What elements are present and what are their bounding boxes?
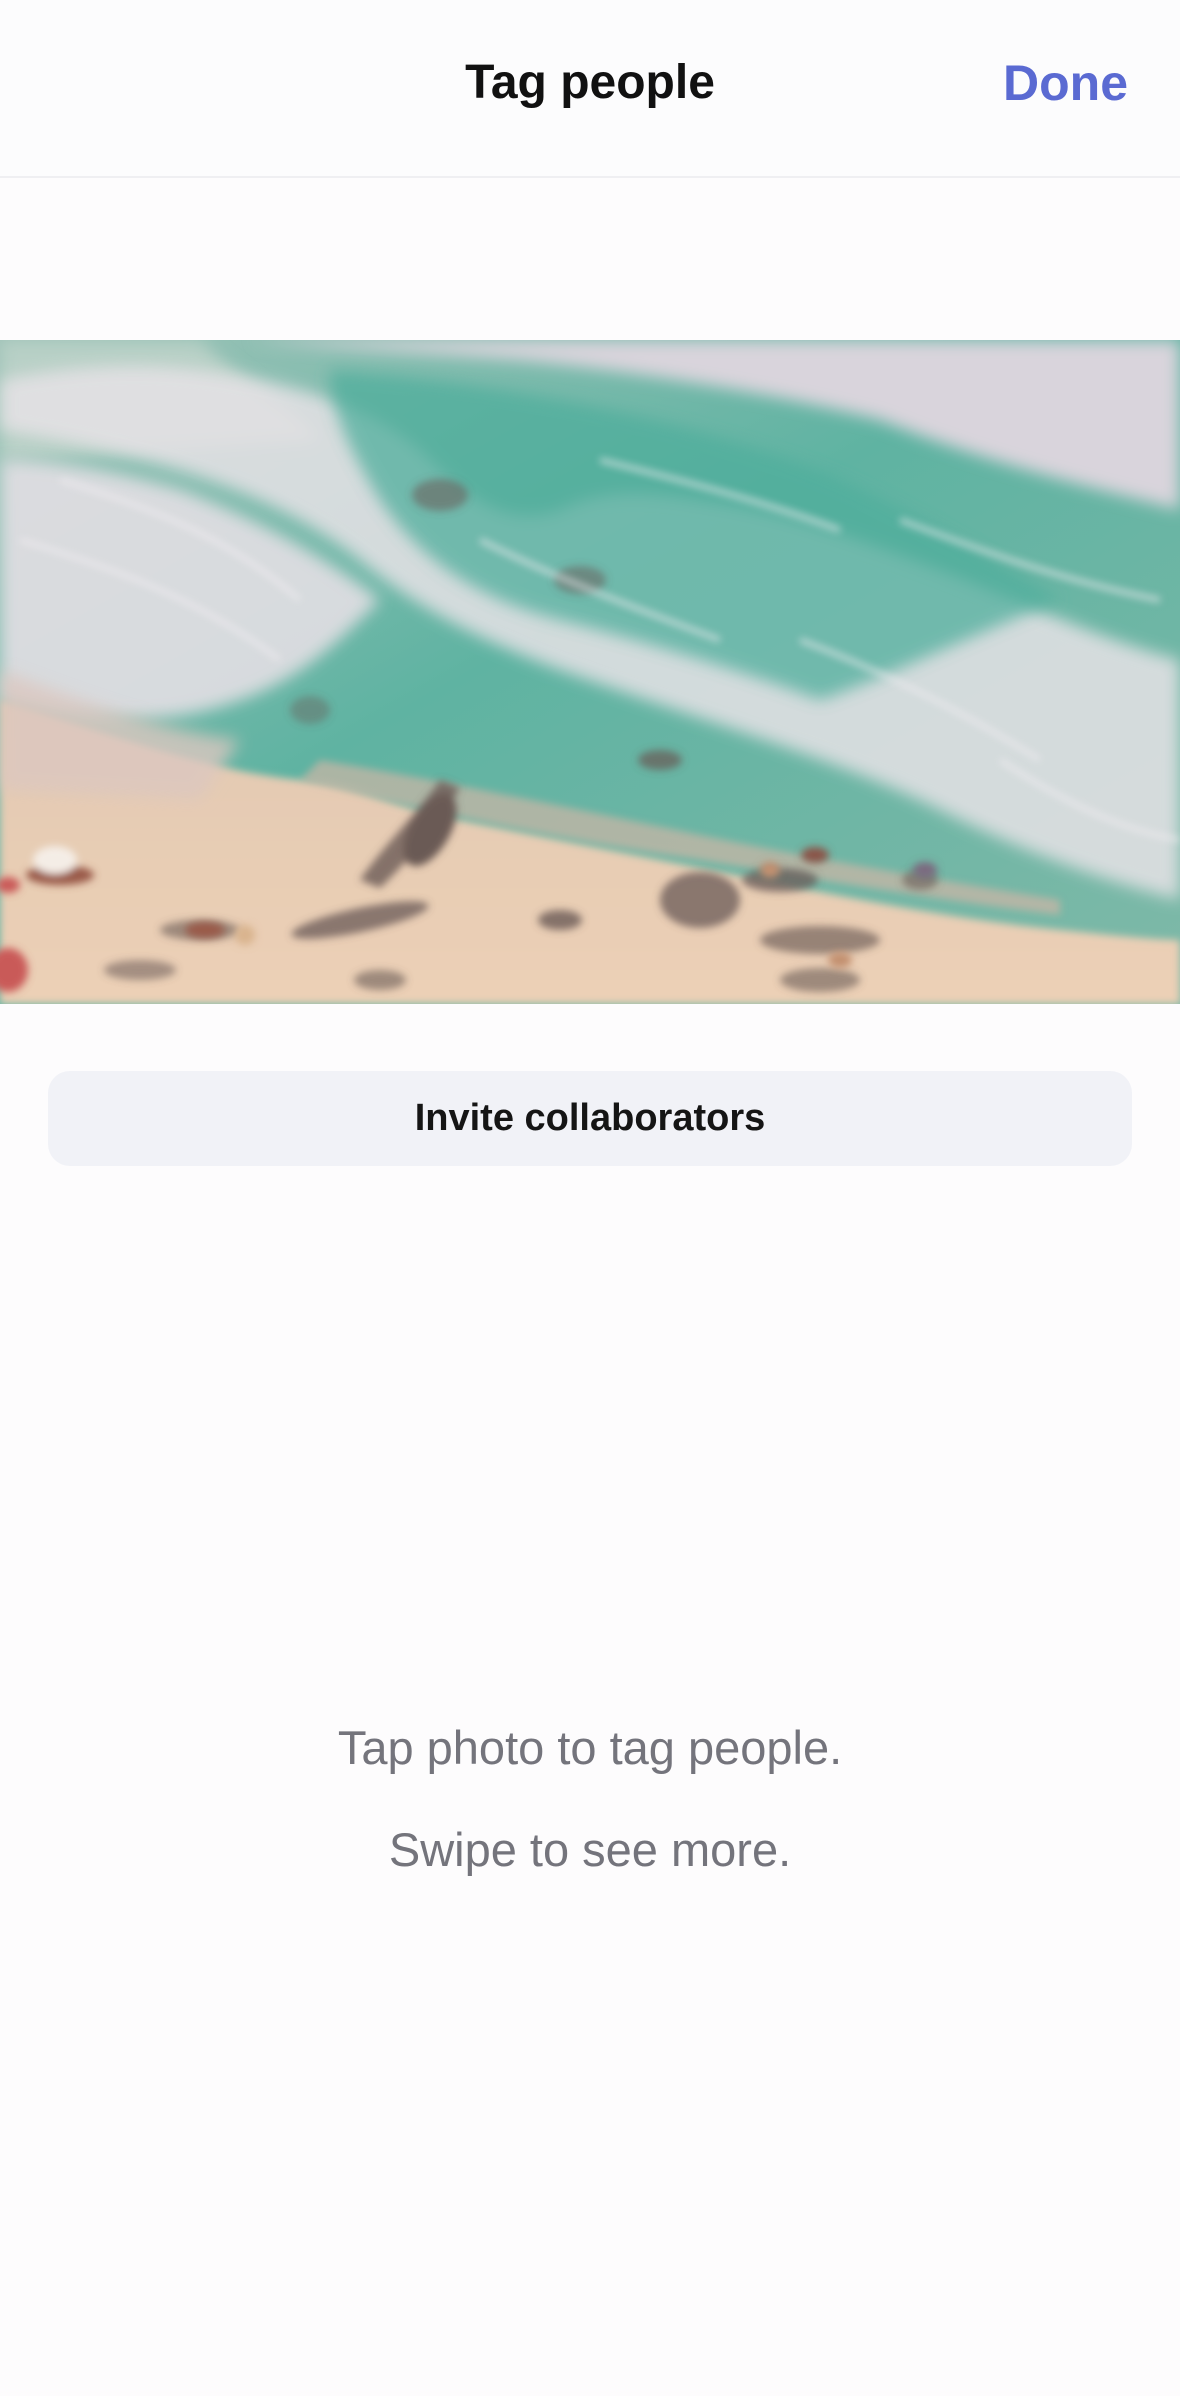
done-button[interactable]: Done bbox=[1003, 48, 1128, 118]
photo-preview[interactable] bbox=[0, 340, 1180, 1004]
tap-photo-hint: Tap photo to tag people. bbox=[337, 1721, 843, 1774]
invite-collaborators-button[interactable]: Invite collaborators bbox=[48, 1071, 1132, 1166]
swipe-hint: Swipe to see more. bbox=[388, 1823, 792, 1876]
nav-header: Tag people Done bbox=[0, 0, 1180, 178]
beach-photo-image bbox=[0, 340, 1180, 1004]
